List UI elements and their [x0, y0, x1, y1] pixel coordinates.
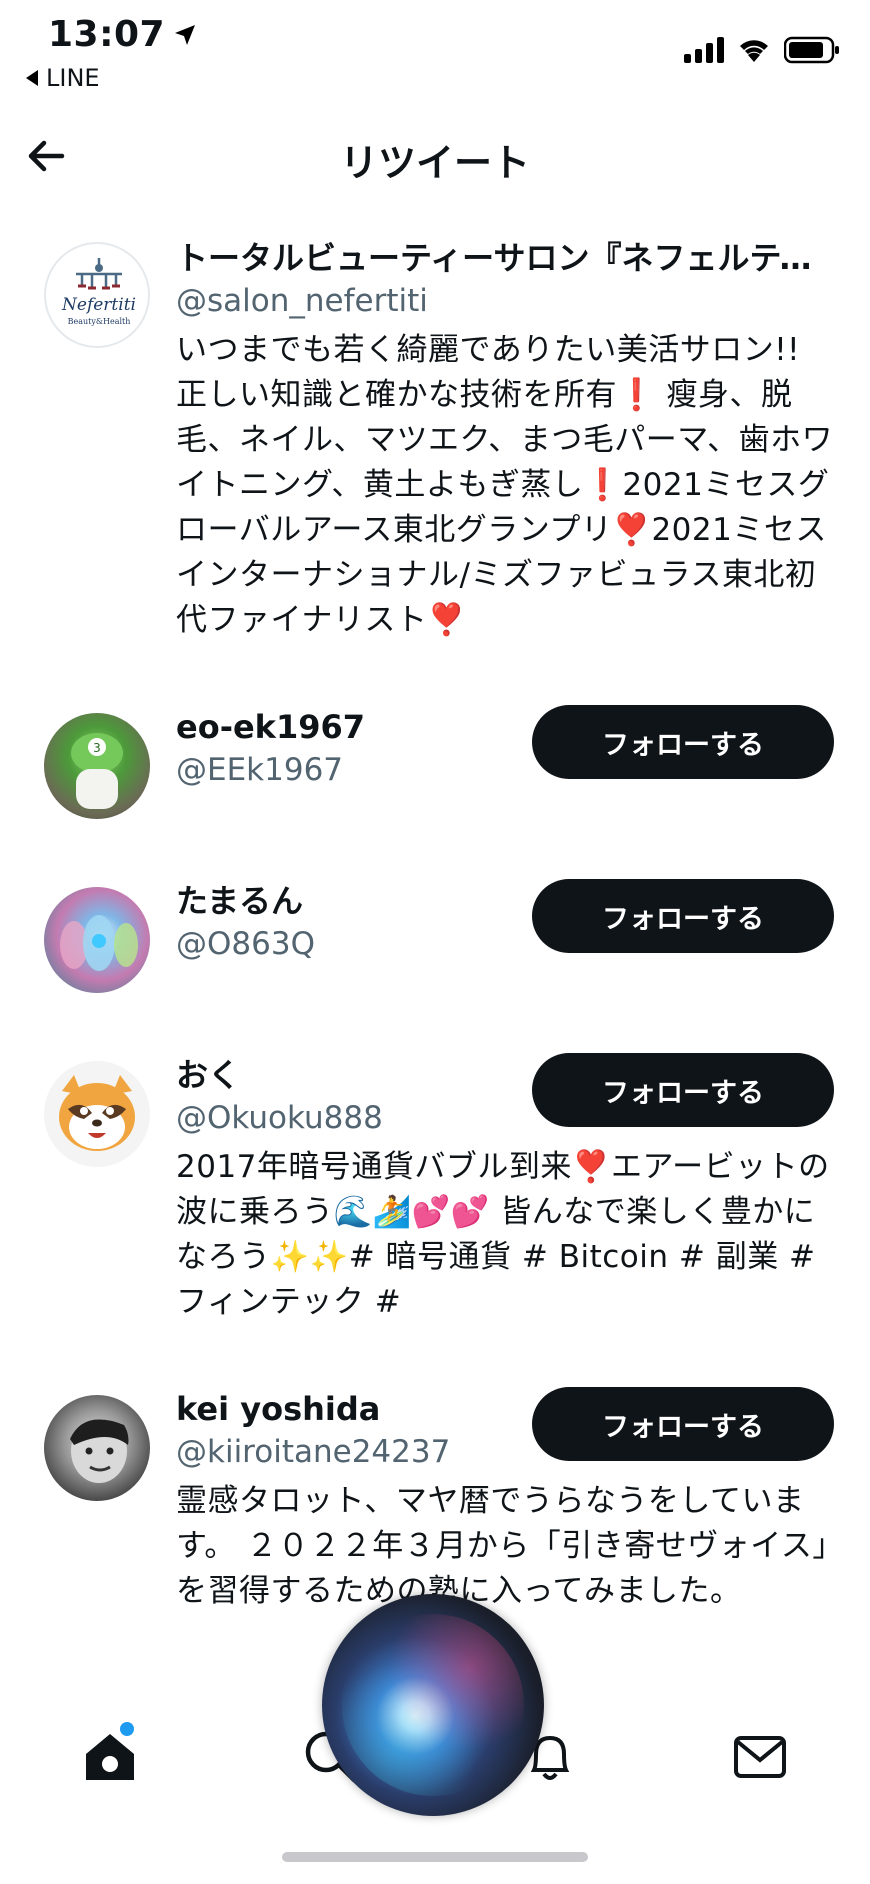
user-row[interactable]: kei yoshida @kiiroitane24237 フォローする 霊感タロ…	[0, 1387, 870, 1614]
display-name: たまるん	[176, 882, 304, 920]
siri-orb[interactable]	[322, 1594, 544, 1816]
home-notification-dot	[120, 1722, 134, 1736]
user-handle: @salon_nefertiti	[176, 283, 428, 319]
user-handle: @Okuoku888	[176, 1100, 383, 1136]
follow-button[interactable]: フォローする	[532, 879, 834, 953]
header: リツイート	[0, 112, 870, 198]
user-handle: @EEk1967	[176, 752, 344, 788]
status-back-to-app[interactable]: LINE	[26, 64, 100, 92]
page-title: リツイート	[339, 141, 530, 185]
user-row[interactable]: おく @Okuoku888 フォローする 2017年暗号通貨バブル到来❣️エアー…	[0, 1053, 870, 1325]
avatar[interactable]: Nefertiti Beauty&Health	[44, 242, 150, 348]
salon-logo-avatar-icon: Nefertiti Beauty&Health	[61, 258, 136, 326]
user-bio: 2017年暗号通貨バブル到来❣️エアービットの波に乗ろう🌊🏄💕💕 皆んなで楽しく…	[176, 1149, 830, 1320]
mail-icon[interactable]	[730, 1726, 790, 1786]
follow-button[interactable]: フォローする	[532, 1387, 834, 1461]
status-time-text: 13:07	[48, 14, 166, 55]
figurines-avatar-icon	[60, 915, 138, 971]
follow-button[interactable]: フォローする	[532, 705, 834, 779]
user-row[interactable]: 3 eo-ek1967 @EEk1967 フォローする	[0, 705, 870, 819]
svg-text:Nefertiti: Nefertiti	[61, 295, 136, 315]
svg-text:Beauty&Health: Beauty&Health	[68, 317, 131, 326]
retweeters-list[interactable]: Nefertiti Beauty&Health トータルビューティーサロン『ネフ…	[0, 230, 870, 1690]
child-photo-avatar-icon	[70, 1419, 129, 1483]
status-indicators	[684, 36, 840, 64]
user-bio: いつまでも若く綺麗でありたい美活サロン!! 正しい知識と確かな技術を所有❗️ 瘦…	[176, 332, 834, 638]
raccoon-avatar-icon	[59, 1075, 135, 1151]
follow-button[interactable]: フォローする	[532, 1053, 834, 1127]
user-bio: 霊感タロット、マヤ暦でうらなうをしています。 ２０２２年３月から「引き寄せヴォイ…	[176, 1483, 829, 1609]
user-row[interactable]: Nefertiti Beauty&Health トータルビューティーサロン『ネフ…	[0, 230, 870, 643]
display-name: おく	[176, 1056, 241, 1094]
display-name: kei yoshida	[176, 1390, 381, 1428]
back-app-label: LINE	[46, 64, 100, 92]
location-arrow-icon	[175, 24, 196, 45]
back-triangle-icon	[26, 70, 38, 86]
display-name: eo-ek1967	[176, 708, 366, 746]
user-row[interactable]: たまるん @O863Q フォローする	[0, 879, 870, 993]
user-handle: @O863Q	[176, 926, 315, 962]
battery-icon	[784, 36, 839, 64]
mascot-avatar-icon: 3	[71, 733, 123, 809]
svg-text:3: 3	[93, 741, 101, 755]
avatar[interactable]	[44, 1061, 150, 1167]
avatar[interactable]	[44, 887, 150, 993]
cellular-signal-icon	[684, 37, 724, 63]
screen: 13:07 LINE リツイート Nefertiti Beauty&Health…	[0, 0, 870, 1884]
home-icon[interactable]	[80, 1726, 140, 1786]
wifi-icon	[740, 40, 768, 62]
status-time: 13:07	[48, 14, 197, 55]
user-handle: @kiiroitane24237	[176, 1434, 451, 1470]
home-indicator[interactable]	[282, 1852, 588, 1862]
avatar[interactable]	[44, 1395, 150, 1501]
display-name: トータルビューティーサロン『ネフェルティティ』	[176, 239, 834, 277]
avatar[interactable]: 3	[44, 713, 150, 819]
